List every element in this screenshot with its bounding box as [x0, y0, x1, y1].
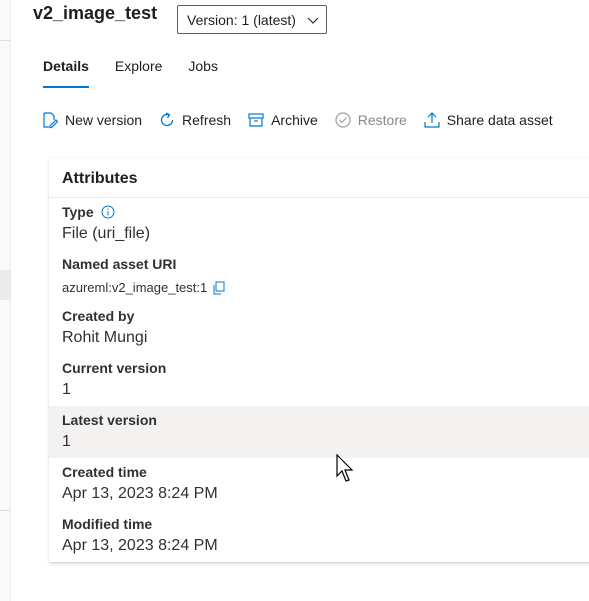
latest-version-label: Latest version: [62, 412, 157, 428]
nav-selected-item[interactable]: [0, 270, 10, 300]
command-bar: New version Refresh Archive Restore Shar…: [41, 110, 569, 130]
tab-label: Jobs: [188, 58, 218, 74]
named-asset-uri-value: azureml:v2_image_test:1: [62, 280, 225, 295]
info-icon[interactable]: [101, 205, 115, 219]
tab-label: Details: [43, 58, 89, 74]
attribute-row-latest-version: Latest version 1: [49, 406, 589, 458]
restore-label: Restore: [357, 112, 407, 128]
current-version-label: Current version: [62, 360, 167, 376]
page-title: v2_image_test: [33, 3, 158, 23]
active-tab-indicator: [43, 86, 89, 88]
created-time-label: Created time: [62, 464, 147, 480]
share-upload-icon: [424, 112, 440, 128]
attribute-row-modified-time: Modified time Apr 13, 2023 8:24 PM: [49, 510, 589, 562]
new-version-button[interactable]: New version: [41, 111, 142, 129]
check-circle-icon: [335, 112, 351, 128]
tab-label: Explore: [114, 58, 163, 74]
version-dropdown[interactable]: Version: 1 (latest): [177, 5, 327, 34]
created-by-label: Created by: [62, 308, 135, 324]
tab-explore[interactable]: Explore: [115, 58, 162, 88]
attribute-label: Type: [62, 204, 115, 220]
version-dropdown-value: Version: 1 (latest): [187, 11, 296, 28]
share-data-asset-button[interactable]: Share data asset: [423, 111, 553, 129]
type-value: File (uri_file): [62, 225, 151, 242]
attributes-card: Attributes Type File (uri_file) Named as…: [49, 158, 589, 562]
copy-icon[interactable]: [212, 281, 225, 295]
current-version-value: 1: [62, 381, 71, 398]
tab-jobs[interactable]: Jobs: [188, 58, 218, 88]
attribute-row-type: Type File (uri_file): [49, 198, 589, 250]
edit-document-icon: [43, 112, 59, 129]
refresh-label: Refresh: [182, 112, 232, 128]
chevron-down-icon: [307, 17, 319, 24]
restore-button[interactable]: Restore: [334, 111, 407, 129]
named-asset-uri-text: azureml:v2_image_test:1: [62, 280, 208, 295]
attribute-row-created-by: Created by Rohit Mungi: [49, 302, 589, 354]
type-label: Type: [62, 204, 94, 220]
mouse-pointer-icon: [336, 454, 354, 482]
nav-divider: [0, 40, 10, 41]
named-asset-uri-label: Named asset URI: [62, 256, 177, 272]
attributes-heading: Attributes: [62, 170, 138, 187]
modified-time-value: Apr 13, 2023 8:24 PM: [62, 537, 218, 554]
refresh-button[interactable]: Refresh: [158, 111, 231, 129]
share-data-asset-label: Share data asset: [446, 112, 553, 128]
modified-time-label: Modified time: [62, 516, 153, 532]
nav-divider: [0, 510, 10, 511]
attribute-row-current-version: Current version 1: [49, 354, 589, 406]
left-nav-strip: [0, 0, 11, 601]
latest-version-value: 1: [62, 433, 71, 450]
archive-icon: [248, 113, 264, 127]
created-by-value: Rohit Mungi: [62, 329, 148, 346]
archive-button[interactable]: Archive: [247, 111, 318, 129]
attribute-row-named-asset-uri: Named asset URI azureml:v2_image_test:1: [49, 250, 589, 302]
new-version-label: New version: [65, 112, 143, 128]
attribute-row-created-time: Created time Apr 13, 2023 8:24 PM: [49, 458, 589, 510]
archive-label: Archive: [271, 112, 318, 128]
refresh-icon: [160, 112, 174, 127]
created-time-value: Apr 13, 2023 8:24 PM: [62, 485, 218, 502]
tab-bar: Details Explore Jobs: [43, 58, 244, 88]
tab-details[interactable]: Details: [43, 58, 89, 88]
